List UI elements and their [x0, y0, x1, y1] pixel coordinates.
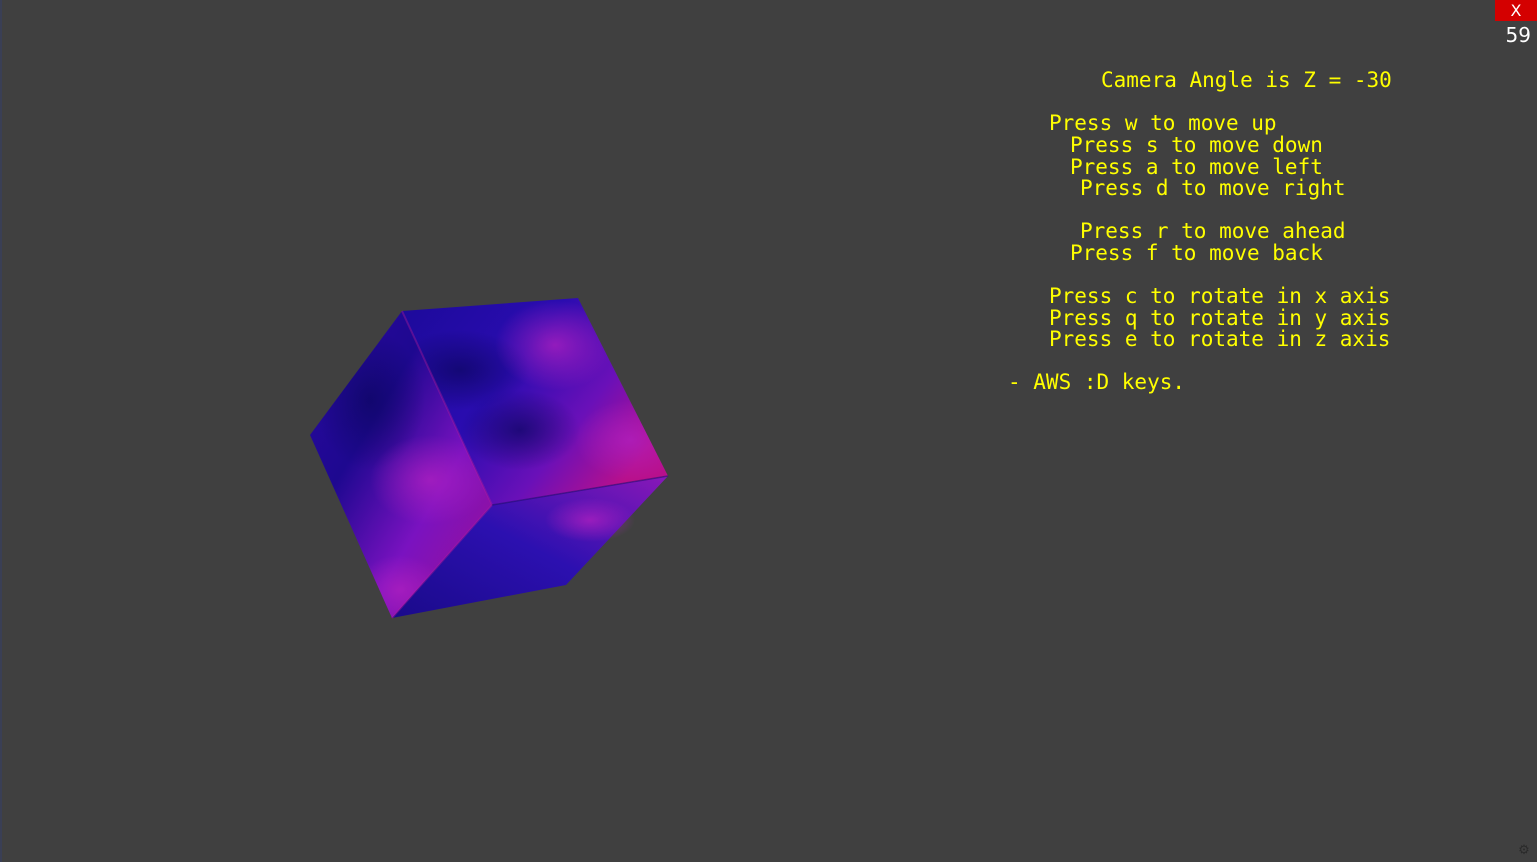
- instruction-move-right: Press d to move right: [1080, 176, 1346, 200]
- instruction-move-ahead: Press r to move ahead: [1080, 219, 1346, 243]
- instruction-move-down: Press s to move down: [1070, 133, 1323, 157]
- keys-note: - AWS :D keys.: [1008, 370, 1186, 394]
- fps-counter: 59: [1505, 23, 1531, 47]
- close-button[interactable]: X: [1495, 0, 1537, 21]
- render-viewport[interactable]: X 59 Camera Angle is Z = -30 Press w to …: [0, 0, 1537, 862]
- instruction-move-back: Press f to move back: [1070, 241, 1323, 265]
- instruction-rotate-x: Press c to rotate in x axis: [1049, 284, 1391, 308]
- gear-icon[interactable]: ⚙: [1517, 844, 1531, 858]
- camera-angle-text: Camera Angle is Z = -30: [1101, 68, 1392, 92]
- cube: [310, 298, 669, 619]
- scene-canvas: [310, 298, 669, 619]
- instruction-move-up: Press w to move up: [1049, 111, 1277, 135]
- instruction-rotate-z: Press e to rotate in z axis: [1049, 327, 1391, 351]
